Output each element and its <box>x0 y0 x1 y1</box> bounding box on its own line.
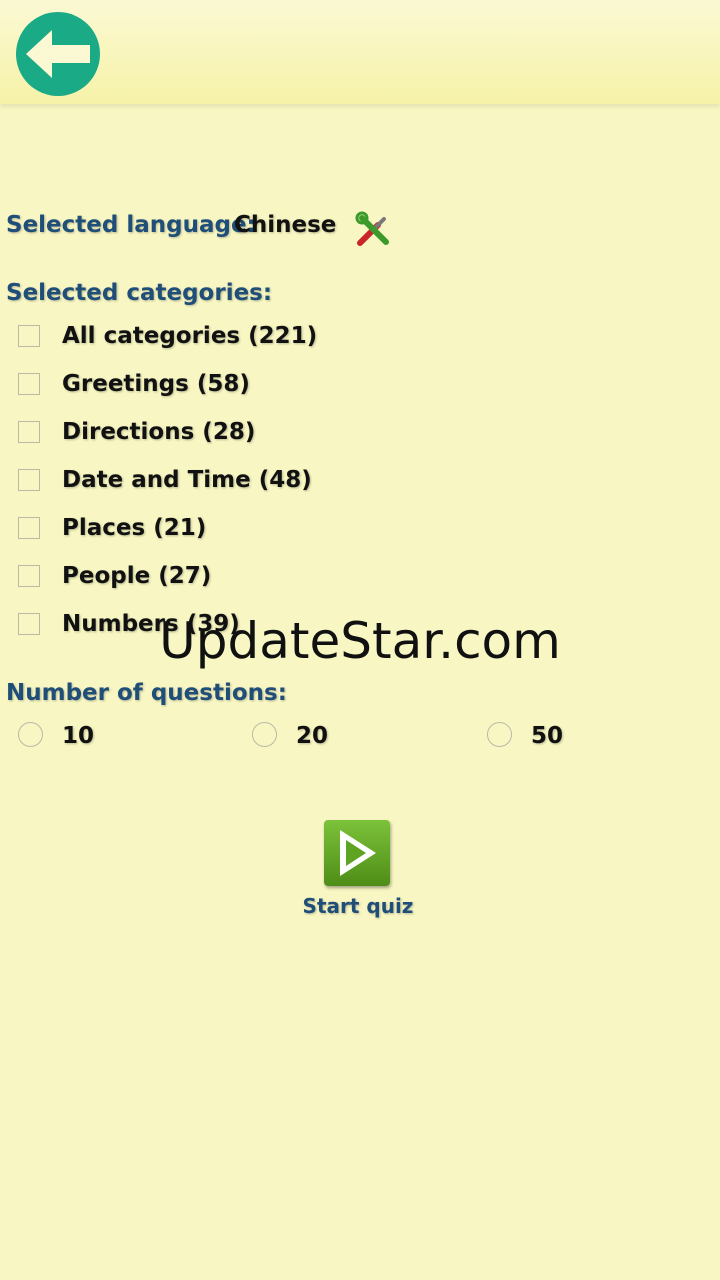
back-button[interactable] <box>16 12 100 96</box>
category-checkbox[interactable] <box>18 421 40 443</box>
play-icon <box>324 820 390 886</box>
questions-radio[interactable] <box>18 722 43 747</box>
category-checkbox[interactable] <box>18 517 40 539</box>
questions-radio[interactable] <box>252 722 277 747</box>
category-checkbox[interactable] <box>18 373 40 395</box>
category-label: Places (21) <box>62 515 207 541</box>
category-checkbox[interactable] <box>18 565 40 587</box>
category-people[interactable]: People (27) <box>18 560 418 594</box>
start-quiz-button[interactable]: Start quiz <box>300 818 420 928</box>
questions-option-label: 10 <box>62 723 95 749</box>
category-checkbox[interactable] <box>18 469 40 491</box>
language-label: Selected language: <box>6 212 256 238</box>
categories-label: Selected categories: <box>6 280 273 306</box>
category-label: People (27) <box>62 563 212 589</box>
category-all[interactable]: All categories (221) <box>18 320 418 354</box>
category-greetings[interactable]: Greetings (58) <box>18 368 418 402</box>
start-quiz-label: Start quiz <box>302 894 414 918</box>
category-directions[interactable]: Directions (28) <box>18 416 418 450</box>
category-label: Date and Time (48) <box>62 467 312 493</box>
questions-radio[interactable] <box>487 722 512 747</box>
back-arrow-icon <box>16 12 100 96</box>
category-checkbox[interactable] <box>18 325 40 347</box>
questions-label: Number of questions: <box>6 680 287 706</box>
category-label: Directions (28) <box>62 419 256 445</box>
questions-option-10[interactable]: 10 <box>18 720 138 752</box>
questions-option-20[interactable]: 20 <box>252 720 372 752</box>
watermark-text: UpdateStar.com <box>159 612 561 670</box>
top-bar <box>0 0 720 104</box>
category-label: Greetings (58) <box>62 371 250 397</box>
language-value: Chinese <box>234 212 337 238</box>
language-settings-button[interactable] <box>354 210 392 248</box>
tools-icon <box>355 211 389 246</box>
category-places[interactable]: Places (21) <box>18 512 418 546</box>
questions-option-50[interactable]: 50 <box>487 720 607 752</box>
category-date-and-time[interactable]: Date and Time (48) <box>18 464 418 498</box>
questions-option-label: 50 <box>531 723 564 749</box>
questions-option-label: 20 <box>296 723 329 749</box>
category-label: All categories (221) <box>62 323 318 349</box>
